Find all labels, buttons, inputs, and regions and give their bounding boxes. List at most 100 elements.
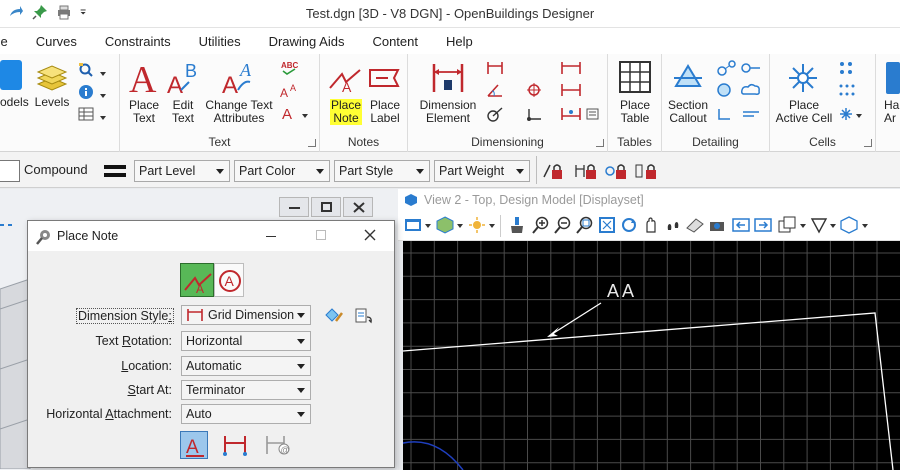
view-attributes-icon[interactable] (404, 216, 422, 234)
note-mode-leader-button[interactable]: A (180, 263, 214, 297)
dimension-toggle-icon[interactable] (222, 433, 248, 457)
elevation-callout-icon[interactable] (716, 60, 738, 76)
tab-ze[interactable]: ze (0, 28, 22, 54)
next-view-icon[interactable] (754, 216, 772, 234)
annotation-text-toggle[interactable]: A (180, 431, 208, 459)
dropdown-arrow-icon[interactable] (828, 216, 838, 234)
tab-constraints[interactable]: Constraints (91, 28, 185, 54)
place-text-button[interactable]: Place Text (124, 99, 164, 125)
linear-dimension-icon[interactable] (486, 60, 504, 76)
cells-group-launcher[interactable] (864, 139, 872, 147)
zoom-out-icon[interactable] (554, 216, 572, 234)
detail-callout-icon[interactable] (716, 82, 738, 98)
display-style-icon[interactable] (436, 216, 454, 234)
dropdown-arrow-icon[interactable] (98, 88, 108, 104)
callout-leader-icon[interactable] (740, 60, 762, 76)
title-text-icon[interactable] (740, 106, 762, 122)
place-label-button[interactable]: Place Label (368, 99, 402, 125)
standard-views-icon[interactable] (840, 216, 858, 234)
text-group-launcher[interactable] (308, 139, 316, 147)
window-area-icon[interactable] (576, 216, 594, 234)
previous-view-icon[interactable] (732, 216, 750, 234)
text-rotation-combo[interactable]: Horizontal (181, 331, 311, 351)
dimension-reassociate-icon[interactable] (560, 82, 582, 98)
field-text-icon[interactable]: @ (264, 433, 292, 457)
style-combo[interactable]: Part Style (334, 160, 430, 182)
drawn-element[interactable] (403, 312, 894, 470)
dropdown-arrow-icon[interactable] (300, 108, 310, 124)
models-button[interactable]: odels (0, 96, 29, 109)
fit-view-icon[interactable] (598, 216, 616, 234)
edit-style-icon[interactable] (324, 307, 344, 325)
dimension-element-button[interactable]: Dimension Element (416, 99, 480, 125)
dialog-close-button[interactable] (364, 229, 376, 241)
dropdown-arrow-icon[interactable] (424, 216, 432, 234)
search-level-icon[interactable] (78, 62, 96, 78)
edit-text-button[interactable]: Edit Text (165, 99, 201, 125)
close-view-button[interactable] (343, 197, 373, 217)
dropdown-arrow-icon[interactable] (798, 216, 808, 234)
dropdown-arrow-icon[interactable] (98, 110, 108, 126)
copy-view-icon[interactable] (778, 216, 796, 234)
camera-icon[interactable] (708, 216, 726, 234)
line-style-swatch[interactable] (0, 160, 20, 182)
text-scale-icon[interactable]: AA (280, 82, 302, 98)
start-at-combo[interactable]: Terminator (181, 380, 311, 400)
text-style-icon[interactable]: A (280, 104, 302, 120)
zoom-in-icon[interactable] (532, 216, 550, 234)
walk-icon[interactable] (664, 216, 682, 234)
dialog-minimize-button[interactable] (266, 236, 276, 237)
location-combo[interactable]: Automatic (181, 356, 311, 376)
lock-graphic-group-icon[interactable] (634, 161, 658, 181)
horizontal-attachment-combo[interactable]: Auto (181, 404, 311, 424)
dimension-geometry-icon[interactable] (560, 106, 582, 122)
dimensioning-group-launcher[interactable] (596, 139, 604, 147)
info-icon[interactable] (78, 84, 96, 100)
clip-volume-icon[interactable] (686, 216, 704, 234)
cell-matrix-icon[interactable] (838, 60, 858, 76)
rotate-view-icon[interactable] (620, 216, 638, 234)
view-rotation-icon[interactable] (810, 216, 828, 234)
lighting-icon[interactable] (468, 216, 486, 234)
lock-association-icon[interactable] (604, 161, 628, 181)
tab-help[interactable]: Help (432, 28, 487, 54)
level-table-icon[interactable] (78, 106, 96, 122)
place-active-cell-button[interactable]: Place Active Cell (770, 99, 838, 125)
levels-button[interactable]: Levels (30, 96, 74, 109)
spell-check-icon[interactable]: ABC (280, 60, 302, 76)
dropdown-arrow-icon[interactable] (456, 216, 464, 234)
change-text-attributes-button[interactable]: Change Text Attributes (204, 99, 274, 125)
dropdown-arrow-icon[interactable] (854, 108, 864, 124)
lock-dimension-icon[interactable] (574, 161, 598, 181)
color-combo[interactable]: Part Color (234, 160, 330, 182)
tab-utilities[interactable]: Utilities (185, 28, 255, 54)
dimension-settings-icon[interactable] (586, 106, 600, 122)
view2-canvas[interactable]: AA (403, 241, 900, 470)
hatch-button[interactable]: Ha Ar (884, 99, 900, 125)
dropdown-arrow-icon[interactable] (98, 66, 108, 82)
section-callout-button[interactable]: Section Callout (664, 99, 712, 125)
minimize-view-button[interactable] (279, 197, 309, 217)
level-combo[interactable]: Part Level (134, 160, 230, 182)
tab-curves[interactable]: Curves (22, 28, 91, 54)
weight-combo[interactable]: Part Weight (434, 160, 530, 182)
dimension-update-icon[interactable] (560, 60, 582, 76)
drawing-boundary-icon[interactable] (716, 106, 738, 122)
tab-content[interactable]: Content (358, 28, 432, 54)
dropdown-arrow-icon[interactable] (488, 216, 496, 234)
update-view-brush-icon[interactable] (508, 216, 526, 234)
dropdown-arrow-icon[interactable] (860, 216, 870, 234)
note-mode-circle-button[interactable]: A (214, 263, 244, 297)
match-style-icon[interactable] (354, 307, 374, 325)
radial-dimension-icon[interactable] (486, 106, 504, 122)
restore-view-button[interactable] (311, 197, 341, 217)
tab-drawing-aids[interactable]: Drawing Aids (255, 28, 359, 54)
dimension-style-combo[interactable]: Grid Dimension (181, 305, 311, 325)
pan-view-icon[interactable] (642, 216, 660, 234)
ordinate-dimension-icon[interactable] (526, 106, 544, 122)
line-weight-icon[interactable] (104, 163, 126, 179)
place-table-button[interactable]: Place Table (614, 99, 656, 125)
lock-placement-icon[interactable] (542, 161, 566, 181)
cloud-icon[interactable] (740, 82, 762, 98)
place-note-button[interactable]: Place Note (330, 99, 362, 125)
